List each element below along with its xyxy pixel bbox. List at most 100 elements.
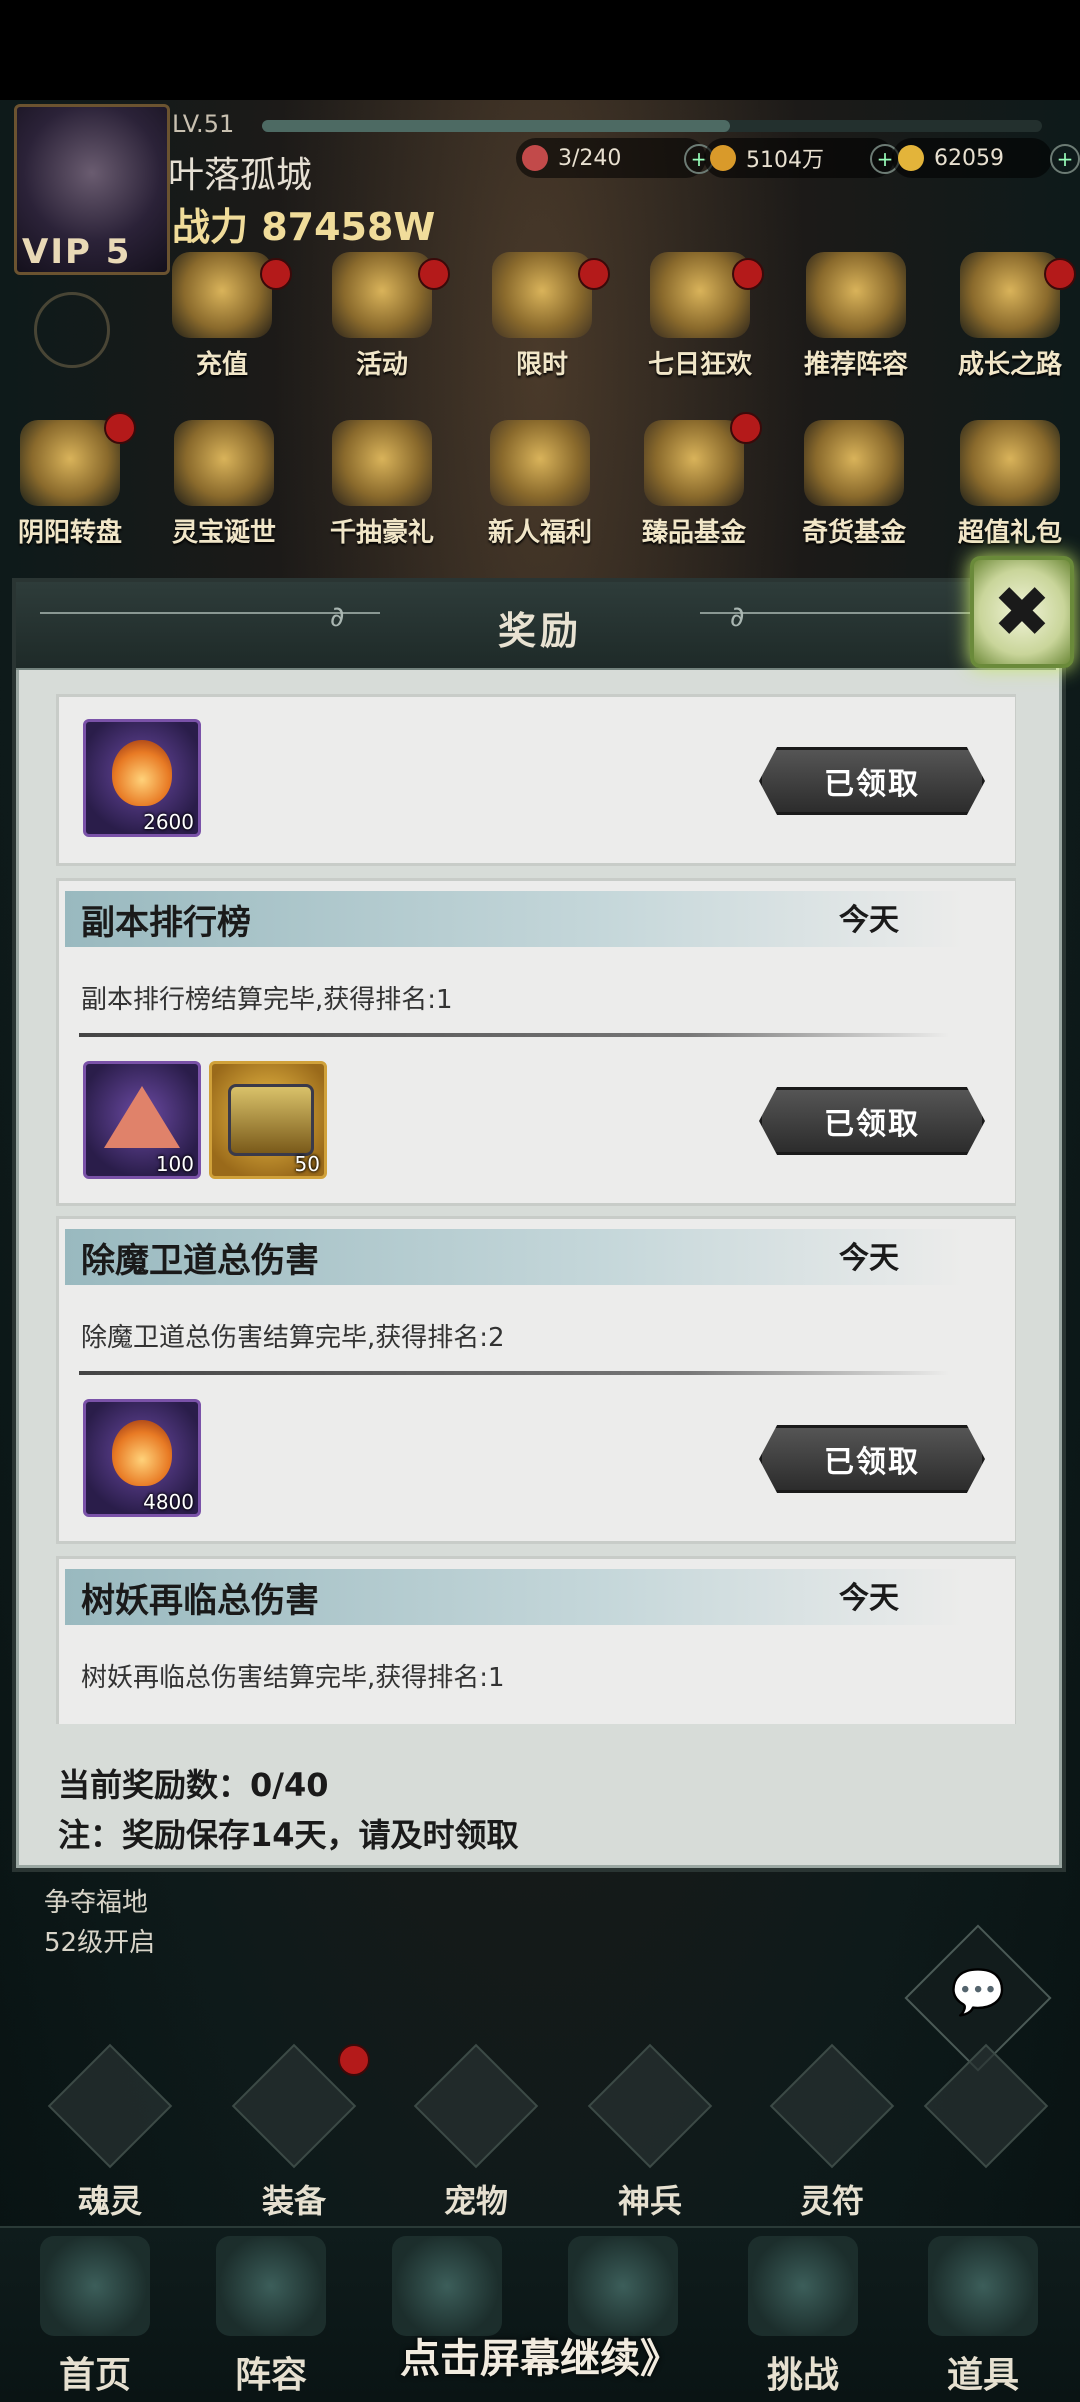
sword-icon	[392, 2236, 502, 2336]
pet-swirl-icon	[413, 2043, 539, 2169]
divider	[79, 1033, 949, 1037]
notification-dot	[338, 2044, 370, 2076]
gift-box-icon	[960, 420, 1060, 506]
home-pavilion-icon	[40, 2236, 150, 2336]
notification-dot	[732, 258, 764, 290]
ingot-counter: 62059	[892, 138, 1052, 178]
treasure-chest-icon	[228, 1084, 314, 1156]
player-name: 叶落孤城	[168, 155, 313, 196]
lingbao-icon	[174, 420, 274, 506]
ingot-value: 62059	[934, 145, 1004, 171]
notification-dot	[104, 412, 136, 444]
menu-thousand-draws[interactable]: 千抽豪礼	[312, 420, 452, 560]
tap-to-continue[interactable]: 点击屏幕继续》	[0, 2326, 1080, 2384]
reward-item[interactable]: 50	[209, 1061, 327, 1179]
lineup-icon	[806, 252, 906, 338]
bag-icon	[928, 2236, 1038, 2336]
card-description: 除魔卫道总伤害结算完毕,获得排名:2	[81, 1323, 505, 1353]
gold-counter: 5104万	[704, 138, 894, 178]
notification-dot	[578, 258, 610, 290]
reward-item[interactable]: 4800	[83, 1399, 201, 1517]
claimed-button[interactable]: 已领取	[759, 1425, 985, 1493]
reward-card: 除魔卫道总伤害 今天 除魔卫道总伤害结算完毕,获得排名:2 4800 已领取	[56, 1216, 1016, 1544]
event-unlock: 52级开启	[44, 1928, 156, 1958]
feature-equipment[interactable]: 装备	[224, 2043, 364, 2222]
reward-card: 2600 已领取	[56, 694, 1016, 866]
stamina-counter: 3/240	[516, 138, 706, 178]
menu-rare-fund[interactable]: 奇货基金	[784, 420, 924, 560]
notification-dot	[418, 258, 450, 290]
add-ingot-button[interactable]: +	[1050, 144, 1080, 174]
flame-mask-icon	[112, 1420, 172, 1486]
feature-talisman[interactable]: 灵符	[762, 2043, 902, 2222]
activity-icon	[332, 252, 432, 338]
flame-mask-icon	[112, 740, 172, 806]
book-icon	[216, 2236, 326, 2336]
item-count: 4800	[143, 1490, 194, 1514]
feature-soul[interactable]: 魂灵	[40, 2043, 180, 2222]
sword-icon	[587, 2043, 713, 2169]
growth-icon	[960, 252, 1060, 338]
notification-dot	[260, 258, 292, 290]
gold-value: 5104万	[746, 148, 824, 173]
feature-divine-weapon[interactable]: 神兵	[580, 2043, 720, 2222]
recharge-icon	[172, 252, 272, 338]
claimed-button[interactable]: 已领取	[759, 1087, 985, 1155]
card-title: 副本排行榜	[81, 903, 251, 943]
card-description: 树妖再临总伤害结算完毕,获得排名:1	[81, 1663, 505, 1693]
card-title: 除魔卫道总伤害	[81, 1241, 319, 1281]
reward-count: 当前奖励数：0/40	[58, 1766, 329, 1804]
chat-bubble-icon: 💬	[950, 1967, 1006, 2018]
stamina-icon	[522, 145, 548, 171]
plus-icon	[923, 2043, 1049, 2169]
welfare-icon	[490, 420, 590, 506]
card-date: 今天	[839, 1581, 899, 1616]
item-count: 50	[294, 1152, 320, 1176]
notification-dot	[730, 412, 762, 444]
menu-value-pack[interactable]: 超值礼包	[940, 420, 1080, 560]
stamina-value: 3/240	[558, 145, 622, 171]
crossed-swords-icon	[568, 2236, 678, 2336]
rare-fund-icon	[804, 420, 904, 506]
card-date: 今天	[839, 1241, 899, 1276]
scroll-icon	[748, 2236, 858, 2336]
item-count: 2600	[143, 810, 194, 834]
xp-bar	[262, 120, 1042, 132]
nav-item-4[interactable]	[548, 2236, 698, 2336]
item-count: 100	[155, 1152, 194, 1176]
reward-card: 副本排行榜 今天 副本排行榜结算完毕,获得排名:1 100 50 已领取	[56, 878, 1016, 1206]
nav-item-3[interactable]	[372, 2236, 522, 2336]
event-name: 争夺福地	[44, 1888, 149, 1918]
close-icon: ✖	[992, 571, 1052, 653]
reward-card: 树妖再临总伤害 今天 树妖再临总伤害结算完毕,获得排名:1	[56, 1556, 1016, 1724]
menu-newbie-welfare[interactable]: 新人福利	[470, 420, 610, 560]
card-date: 今天	[839, 903, 899, 938]
soul-icon	[47, 2043, 173, 2169]
swirl-emblem-icon	[34, 292, 110, 368]
close-button[interactable]: ✖	[970, 556, 1074, 668]
gift-scroll-icon	[332, 420, 432, 506]
reward-note: 注：奖励保存14天，请及时领取	[58, 1816, 519, 1854]
player-power: 战力 87458W	[172, 205, 436, 249]
feature-more[interactable]	[916, 2043, 1056, 2169]
divider	[79, 1371, 949, 1375]
ingot-icon	[898, 145, 924, 171]
claimed-button[interactable]: 已领取	[759, 747, 985, 815]
vip-badge: VIP 5	[22, 232, 132, 272]
fund-icon	[644, 420, 744, 506]
coin-icon	[710, 145, 736, 171]
menu-recommend-lineup[interactable]: 推荐阵容	[786, 252, 926, 392]
crystal-pyramid-icon	[104, 1086, 180, 1148]
reward-item[interactable]: 100	[83, 1061, 201, 1179]
notification-dot	[1044, 258, 1076, 290]
card-description: 副本排行榜结算完毕,获得排名:1	[81, 985, 453, 1015]
card-title: 树妖再临总伤害	[81, 1581, 319, 1621]
limited-icon	[492, 252, 592, 338]
reward-list[interactable]: 2600 已领取 副本排行榜 今天 副本排行榜结算完毕,获得排名:1 100 5…	[56, 694, 1016, 1724]
player-level: LV.51	[172, 110, 235, 138]
menu-lingbao[interactable]: 灵宝诞世	[154, 420, 294, 560]
modal-title: 奖励	[497, 609, 582, 653]
status-bar	[0, 0, 1080, 100]
feature-pet[interactable]: 宠物	[406, 2043, 546, 2222]
reward-item[interactable]: 2600	[83, 719, 201, 837]
